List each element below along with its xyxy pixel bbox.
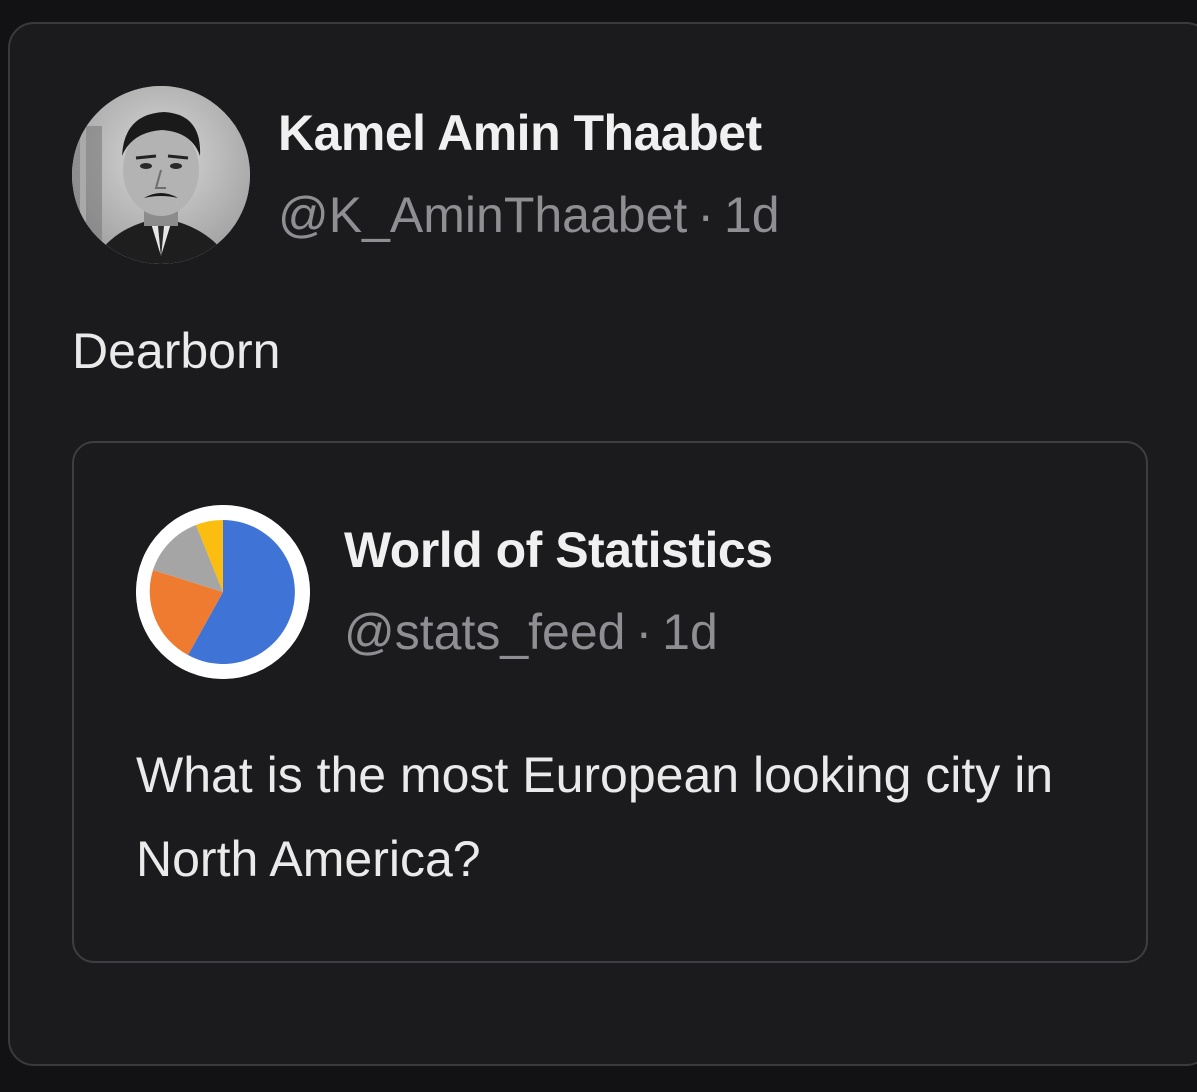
post-card[interactable]: Kamel Amin Thaabet @K_AminThaabet · 1d Dea… bbox=[8, 22, 1197, 1066]
author-meta: @K_AminThaabet · 1d bbox=[278, 186, 780, 244]
quoted-author-avatar[interactable] bbox=[136, 505, 310, 679]
quoted-meta-separator: · bbox=[635, 604, 653, 660]
author-avatar[interactable] bbox=[72, 86, 250, 264]
post-text: Dearborn bbox=[72, 323, 281, 379]
author-name[interactable]: Kamel Amin Thaabet bbox=[278, 104, 762, 162]
quoted-post[interactable]: World of Statistics @stats_feed · 1d What … bbox=[72, 441, 1148, 963]
author-handle[interactable]: @K_AminThaabet bbox=[278, 187, 687, 243]
post-time[interactable]: 1d bbox=[724, 187, 780, 243]
quoted-author-meta: @stats_feed · 1d bbox=[344, 603, 718, 661]
quoted-author-handle[interactable]: @stats_feed bbox=[344, 604, 625, 660]
profile-photo-icon bbox=[72, 86, 250, 264]
meta-separator: · bbox=[697, 187, 714, 243]
quoted-author-name[interactable]: World of Statistics bbox=[344, 521, 773, 579]
pie-chart-logo-icon bbox=[136, 505, 310, 679]
quoted-post-time[interactable]: 1d bbox=[662, 604, 718, 660]
quoted-post-text: What is the most European looking city i… bbox=[136, 747, 1054, 887]
